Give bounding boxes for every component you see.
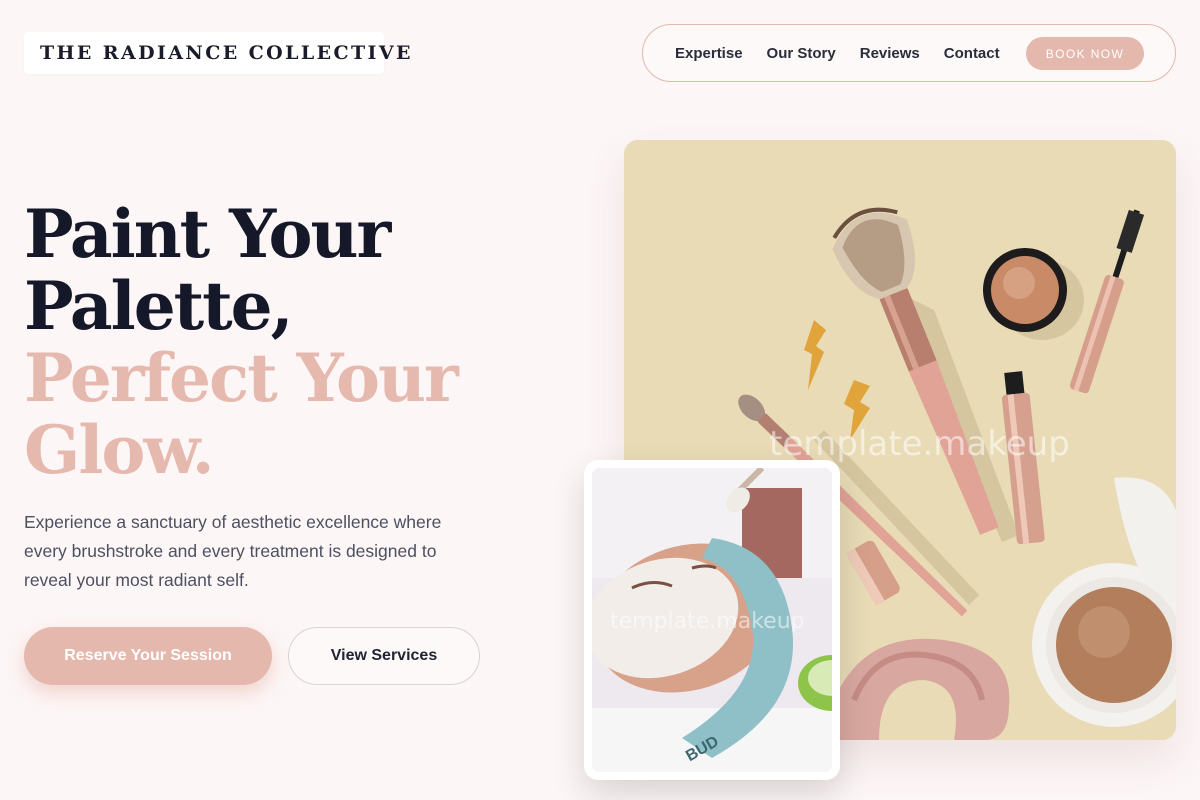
hero-accent-line-2: Glow. — [24, 411, 215, 489]
facial-treatment-frame: BUD template.makeup — [584, 460, 840, 780]
nav-link-reviews[interactable]: Reviews — [860, 45, 920, 62]
nav-link-our-story[interactable]: Our Story — [767, 45, 836, 62]
svg-text:template.makeup: template.makeup — [769, 424, 1070, 464]
facial-treatment-image: BUD template.makeup — [592, 468, 832, 772]
svg-text:template.makeup: template.makeup — [610, 609, 805, 634]
hero-title-line-2: Palette, — [24, 267, 294, 345]
view-services-button[interactable]: View Services — [288, 627, 480, 685]
main-nav: Expertise Our Story Reviews Contact BOOK… — [642, 24, 1176, 82]
reserve-session-button[interactable]: Reserve Your Session — [24, 627, 272, 685]
nav-link-contact[interactable]: Contact — [944, 45, 1000, 62]
facial-treatment-illustration: BUD template.makeup — [592, 468, 832, 772]
hero-title-line-1: Paint Your — [24, 195, 391, 273]
logo[interactable]: THE RADIANCE COLLECTIVE — [24, 32, 410, 74]
hero-title: Paint Your Palette, Perfect Your Glow. — [24, 195, 459, 489]
hero-description: Experience a sanctuary of aesthetic exce… — [24, 512, 442, 590]
book-now-button[interactable]: BOOK NOW — [1026, 37, 1144, 70]
brand-name: THE RADIANCE COLLECTIVE — [40, 42, 413, 64]
hero-accent-line-1: Perfect Your — [24, 339, 459, 417]
nav-link-expertise[interactable]: Expertise — [675, 45, 743, 62]
